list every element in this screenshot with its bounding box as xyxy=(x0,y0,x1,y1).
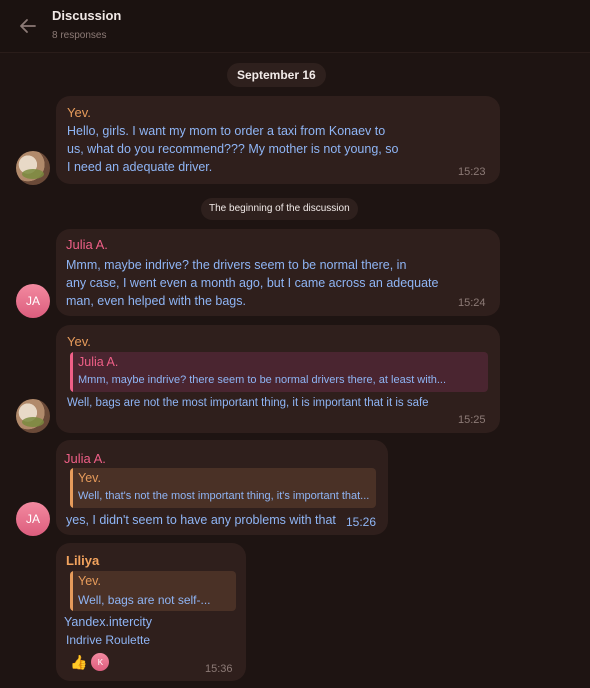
discussion-screen: Discussion 8 responses September 16 Yev.… xyxy=(0,0,590,688)
quote-text: Mmm, maybe indrive? there seem to be nor… xyxy=(78,374,447,386)
quote-author: Yev. xyxy=(78,574,101,588)
arrow-left-icon xyxy=(20,19,36,33)
message-bubble[interactable]: Yev. Hello, girls. I want my mom to orde… xyxy=(56,96,500,184)
quote-author: Julia A. xyxy=(78,355,119,369)
header-bar: Discussion 8 responses xyxy=(0,0,590,53)
message-bubble[interactable]: Julia A. Yev. Well, that's not the most … xyxy=(56,440,388,535)
reply-quote[interactable]: Yev. Well, that's not the most important… xyxy=(70,468,376,508)
message-bubble[interactable]: Yev. Julia A. Mmm, maybe indrive? there … xyxy=(56,325,500,433)
message-line: yes, I didn't seem to have any problems … xyxy=(66,513,336,527)
quote-bar xyxy=(70,468,73,508)
message-line: Indrive Roulette xyxy=(66,633,151,647)
message-time: 15:24 xyxy=(458,297,486,309)
avatar-yev[interactable] xyxy=(16,399,50,433)
header-title: Discussion xyxy=(52,8,122,23)
message-bubble[interactable]: Liliya Yev. Well, bags are not self-... … xyxy=(56,543,246,681)
sender-name[interactable]: Julia A. xyxy=(64,451,106,466)
response-count: 8 responses xyxy=(52,30,107,41)
message-line: Well, bags are not the most important th… xyxy=(67,397,429,409)
sender-name[interactable]: Yev. xyxy=(67,105,91,120)
quote-text: Well, bags are not self-... xyxy=(78,593,211,607)
message-time: 15:25 xyxy=(458,414,486,426)
back-button[interactable] xyxy=(14,12,42,40)
sender-name[interactable]: Liliya xyxy=(66,553,99,568)
sender-name[interactable]: Yev. xyxy=(67,334,91,349)
quote-text: Well, that's not the most important thin… xyxy=(78,490,370,502)
message-line: Hello, girls. I want my mom to order a t… xyxy=(67,124,386,138)
message-bubble[interactable]: Julia A. Mmm, maybe indrive? the drivers… xyxy=(56,229,500,316)
date-separator: September 16 xyxy=(227,63,326,87)
message-time: 15:26 xyxy=(346,515,377,529)
quote-author: Yev. xyxy=(78,471,101,485)
avatar-yev[interactable] xyxy=(16,151,50,185)
avatar-julia[interactable]: JA xyxy=(16,502,50,536)
reply-quote[interactable]: Yev. Well, bags are not self-... xyxy=(70,571,236,611)
message-time: 15:36 xyxy=(205,663,233,675)
sender-name[interactable]: Julia A. xyxy=(66,237,108,252)
message-time: 15:23 xyxy=(458,166,486,178)
message-line: man, even helped with the bags. xyxy=(66,294,246,308)
message-line: us, what do you recommend??? My mother i… xyxy=(67,142,399,156)
system-message: The beginning of the discussion xyxy=(201,198,358,220)
reactor-avatar: K xyxy=(91,653,110,671)
avatar-julia[interactable]: JA xyxy=(16,284,50,318)
avatar-initials: JA xyxy=(25,294,40,308)
message-line: I need an adequate driver. xyxy=(67,160,213,174)
quote-bar xyxy=(70,352,73,392)
quote-bar xyxy=(70,571,73,611)
avatar-initials: JA xyxy=(25,512,40,526)
reply-quote[interactable]: Julia A. Mmm, maybe indrive? there seem … xyxy=(70,352,488,392)
message-line: Mmm, maybe indrive? the drivers seem to … xyxy=(66,258,407,272)
thumbs-up-icon: 👍 xyxy=(70,654,88,670)
message-line: any case, I went even a month ago, but I… xyxy=(66,276,439,290)
message-line: Yandex.intercity xyxy=(64,615,153,629)
reaction[interactable]: 👍 K xyxy=(70,653,110,671)
